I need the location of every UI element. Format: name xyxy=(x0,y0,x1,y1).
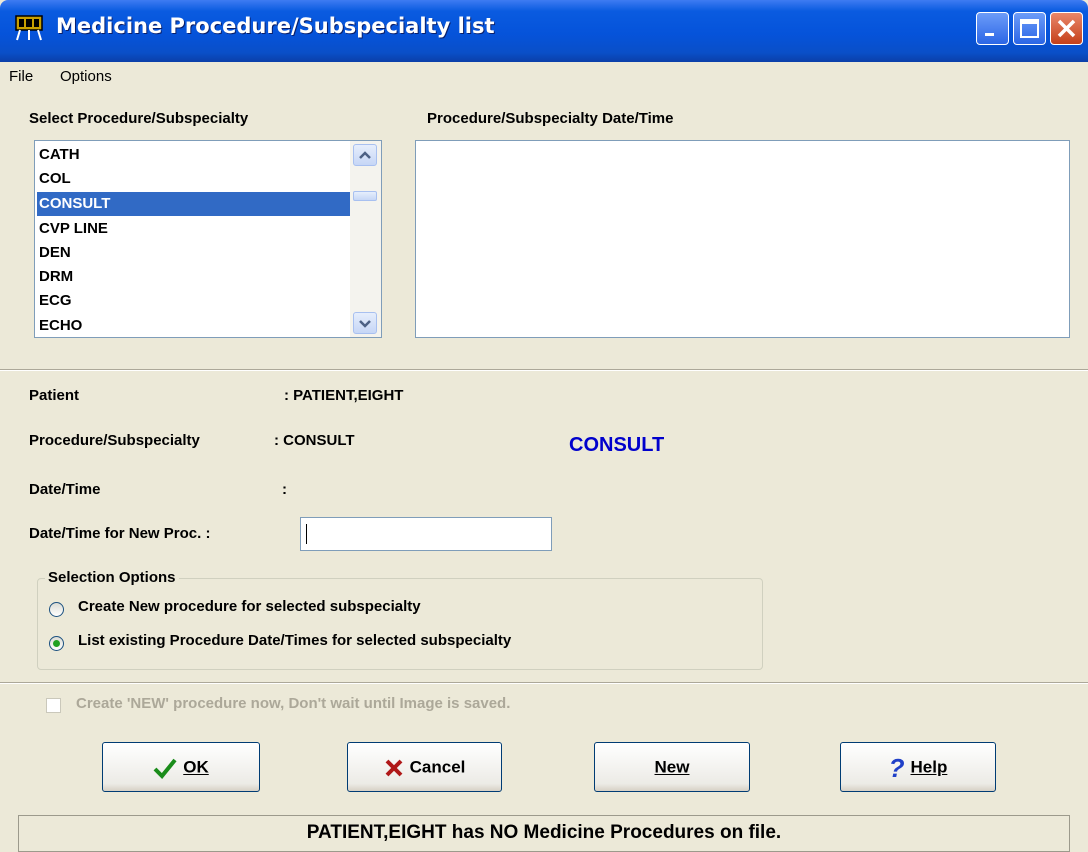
create-now-label: Create 'NEW' procedure now, Don't wait u… xyxy=(76,695,511,712)
app-icon xyxy=(15,15,43,41)
text-caret xyxy=(306,524,307,544)
newproc-label: Date/Time for New Proc. : xyxy=(29,525,211,542)
cross-icon xyxy=(385,759,403,776)
datetime-label: Date/Time xyxy=(29,481,101,498)
procedure-value: : CONSULT xyxy=(274,432,355,449)
help-button[interactable]: ? Help xyxy=(840,742,996,792)
patient-label: Patient xyxy=(29,387,80,404)
maximize-icon xyxy=(1020,19,1039,38)
minimize-icon xyxy=(985,33,994,36)
list-item-selected[interactable]: CONSULT xyxy=(37,192,351,216)
scroll-down-button[interactable] xyxy=(353,312,377,334)
close-button[interactable] xyxy=(1050,12,1083,45)
minimize-button[interactable] xyxy=(976,12,1009,45)
ok-button[interactable]: OK xyxy=(102,742,260,792)
checkmark-icon xyxy=(153,758,177,779)
menu-options[interactable]: Options xyxy=(60,68,112,85)
procedure-highlight: CONSULT xyxy=(569,434,665,456)
list-item[interactable]: COL xyxy=(37,167,351,191)
list-item[interactable]: CVP LINE xyxy=(37,217,351,241)
list-item[interactable]: DRM xyxy=(37,265,351,289)
list-item[interactable]: ECG xyxy=(37,289,351,313)
status-bar: PATIENT,EIGHT has NO Medicine Procedures… xyxy=(18,815,1070,852)
scroll-thumb[interactable] xyxy=(353,191,377,201)
selection-options-group xyxy=(37,578,763,670)
help-button-label: Help xyxy=(910,757,948,777)
radio-list-existing-label[interactable]: List existing Procedure Date/Times for s… xyxy=(78,632,511,649)
list-item[interactable]: DEN xyxy=(37,241,351,265)
ok-button-label: OK xyxy=(183,757,209,777)
new-button-label: New xyxy=(654,757,690,777)
menu-bar: File Options xyxy=(0,62,1088,92)
cancel-button-label: Cancel xyxy=(409,757,466,777)
radio-create-new-label[interactable]: Create New procedure for selected subspe… xyxy=(78,598,421,615)
divider xyxy=(0,369,1088,371)
close-icon xyxy=(1057,19,1076,38)
procedure-list-label: Select Procedure/Subspecialty xyxy=(29,110,249,127)
menu-file[interactable]: File xyxy=(9,68,33,85)
list-item[interactable]: CATH xyxy=(37,143,351,167)
selection-options-title: Selection Options xyxy=(45,569,179,586)
procedure-label: Procedure/Subspecialty xyxy=(29,432,200,449)
patient-value: : PATIENT,EIGHT xyxy=(284,387,404,404)
maximize-button[interactable] xyxy=(1013,12,1046,45)
divider xyxy=(0,682,1088,684)
datetime-value: : xyxy=(282,481,287,498)
radio-list-existing[interactable] xyxy=(49,636,64,651)
create-now-checkbox[interactable] xyxy=(46,698,61,713)
new-button[interactable]: New xyxy=(594,742,750,792)
question-icon: ? xyxy=(888,752,905,783)
radio-create-new[interactable] xyxy=(49,602,64,617)
title-bar[interactable]: Medicine Procedure/Subspecialty list xyxy=(0,0,1088,62)
chevron-up-icon xyxy=(359,151,371,159)
cancel-button[interactable]: Cancel xyxy=(347,742,502,792)
dialog-window: Medicine Procedure/Subspecialty list Fil… xyxy=(0,0,1088,852)
window-title: Medicine Procedure/Subspecialty list xyxy=(56,14,495,38)
scroll-up-button[interactable] xyxy=(353,144,377,166)
list-item[interactable]: ECHO xyxy=(37,314,351,337)
procedure-listbox[interactable]: CATH COL CONSULT CVP LINE DEN DRM ECG EC… xyxy=(34,140,382,338)
newproc-datetime-input[interactable] xyxy=(300,517,552,551)
procedure-list-scrollbar[interactable] xyxy=(350,141,381,337)
chevron-down-icon xyxy=(359,320,371,328)
datetime-list-label: Procedure/Subspecialty Date/Time xyxy=(427,110,674,127)
datetime-listbox[interactable] xyxy=(415,140,1070,338)
